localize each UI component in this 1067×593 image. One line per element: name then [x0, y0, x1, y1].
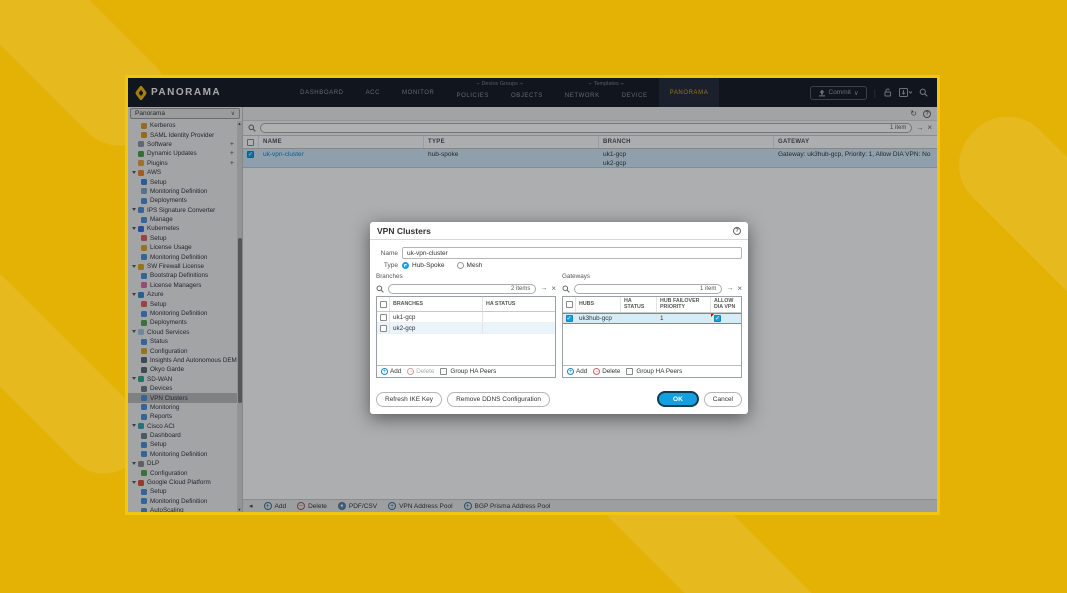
branch-ha-status — [483, 312, 555, 322]
search-icon — [562, 285, 570, 293]
branches-header-row: BRANCHES HA STATUS — [377, 297, 555, 312]
gateways-table: HUBS HA STATUS HUB FAILOVER PRIORITY ALL… — [562, 296, 742, 378]
select-all-checkbox[interactable] — [380, 301, 387, 308]
gateway-row[interactable]: uk3hub-gcp 1 — [563, 313, 741, 324]
branch-row[interactable]: uk1-gcp — [377, 312, 555, 323]
delete-icon: − — [407, 368, 414, 375]
branches-label: Branches — [376, 273, 556, 281]
branch-ha-status — [483, 323, 555, 333]
hub-spoke-radio[interactable] — [402, 262, 409, 269]
row-checkbox[interactable] — [380, 325, 387, 332]
column-header-hub-failover-priority[interactable]: HUB FAILOVER PRIORITY — [657, 297, 711, 312]
column-header-branches[interactable]: BRANCHES — [390, 297, 483, 311]
clear-filter-icon[interactable]: × — [737, 285, 742, 293]
add-icon: + — [381, 368, 388, 375]
row-checkbox[interactable] — [566, 315, 573, 322]
branch-name: uk1-gcp — [390, 312, 483, 322]
apply-filter-icon[interactable]: → — [540, 285, 547, 292]
help-icon[interactable]: ? — [733, 227, 741, 235]
branch-name: uk2-gcp — [390, 323, 483, 333]
clear-filter-icon[interactable]: × — [551, 285, 556, 293]
branches-delete-button[interactable]: −Delete — [407, 368, 434, 375]
group-ha-label: Group HA Peers — [450, 368, 496, 375]
delete-icon: − — [593, 368, 600, 375]
column-header-ha-status[interactable]: HA STATUS — [621, 297, 657, 312]
branches-search-row: 2 items → × — [376, 282, 556, 295]
gateways-add-button[interactable]: +Add — [567, 368, 587, 375]
hub-spoke-label: Hub-Spoke — [412, 262, 445, 269]
dialog-footer: Refresh IKE Key Remove DDNS Configuratio… — [370, 390, 748, 414]
hub-failover-priority: 1 — [657, 314, 711, 323]
name-label: Name — [376, 250, 402, 257]
dialog-title: VPN Clusters — [377, 226, 431, 236]
hub-name: uk3hub-gcp — [576, 314, 621, 323]
branches-group-ha-checkbox[interactable] — [440, 368, 447, 375]
gateways-delete-button[interactable]: −Delete — [593, 368, 620, 375]
vpn-clusters-dialog: VPN Clusters ? Name Type Hub-Spoke Mesh … — [370, 222, 748, 414]
gateways-section: Gateways 1 item → × HUBS HA STATUS HUB F… — [562, 273, 742, 378]
gateways-header-row: HUBS HA STATUS HUB FAILOVER PRIORITY ALL… — [563, 297, 741, 313]
branches-count: 2 items — [511, 286, 530, 292]
search-icon — [376, 285, 384, 293]
branches-footer: +Add −Delete Group HA Peers — [377, 365, 555, 377]
allow-dia-vpn-checkbox[interactable] — [714, 315, 721, 322]
column-header-ha-status[interactable]: HA STATUS — [483, 297, 555, 311]
type-label: Type — [376, 262, 402, 269]
group-ha-label: Group HA Peers — [636, 368, 682, 375]
background-shape — [940, 98, 1067, 377]
dialog-titlebar: VPN Clusters ? — [370, 222, 748, 240]
refresh-ike-key-button[interactable]: Refresh IKE Key — [376, 392, 442, 407]
dialog-body: Name Type Hub-Spoke Mesh Branches 2 item… — [370, 240, 748, 390]
desktop-background: PANORAMA DASHBOARD ACC MONITOR Device Gr… — [0, 0, 1067, 593]
gateways-search-input[interactable] — [580, 286, 700, 292]
branch-row[interactable]: uk2-gcp — [377, 323, 555, 334]
column-header-hubs[interactable]: HUBS — [576, 297, 621, 312]
gateways-count: 1 item — [700, 286, 716, 292]
apply-filter-icon[interactable]: → — [726, 285, 733, 292]
branches-table: BRANCHES HA STATUS uk1-gcp uk2-gcp — [376, 296, 556, 378]
column-header-allow-dia-vpn[interactable]: ALLOW DIA VPN — [711, 297, 741, 312]
branches-add-button[interactable]: +Add — [381, 368, 401, 375]
branches-search-input[interactable] — [394, 286, 511, 292]
select-all-checkbox[interactable] — [566, 301, 573, 308]
gateways-group-ha-checkbox[interactable] — [626, 368, 633, 375]
gateways-search-row: 1 item → × — [562, 282, 742, 295]
add-icon: + — [567, 368, 574, 375]
remove-ddns-configuration-button[interactable]: Remove DDNS Configuration — [447, 392, 550, 407]
cancel-button[interactable]: Cancel — [704, 392, 742, 407]
hub-ha-status — [621, 314, 657, 323]
background-shape — [990, 0, 1067, 100]
ok-button[interactable]: OK — [657, 391, 699, 407]
mesh-label: Mesh — [467, 262, 483, 269]
cluster-name-input[interactable] — [402, 247, 742, 259]
mesh-radio[interactable] — [457, 262, 464, 269]
gateways-footer: +Add −Delete Group HA Peers — [563, 365, 741, 377]
branches-section: Branches 2 items → × BRANCHES HA STATUS — [376, 273, 556, 378]
row-checkbox[interactable] — [380, 314, 387, 321]
gateways-label: Gateways — [562, 273, 742, 281]
